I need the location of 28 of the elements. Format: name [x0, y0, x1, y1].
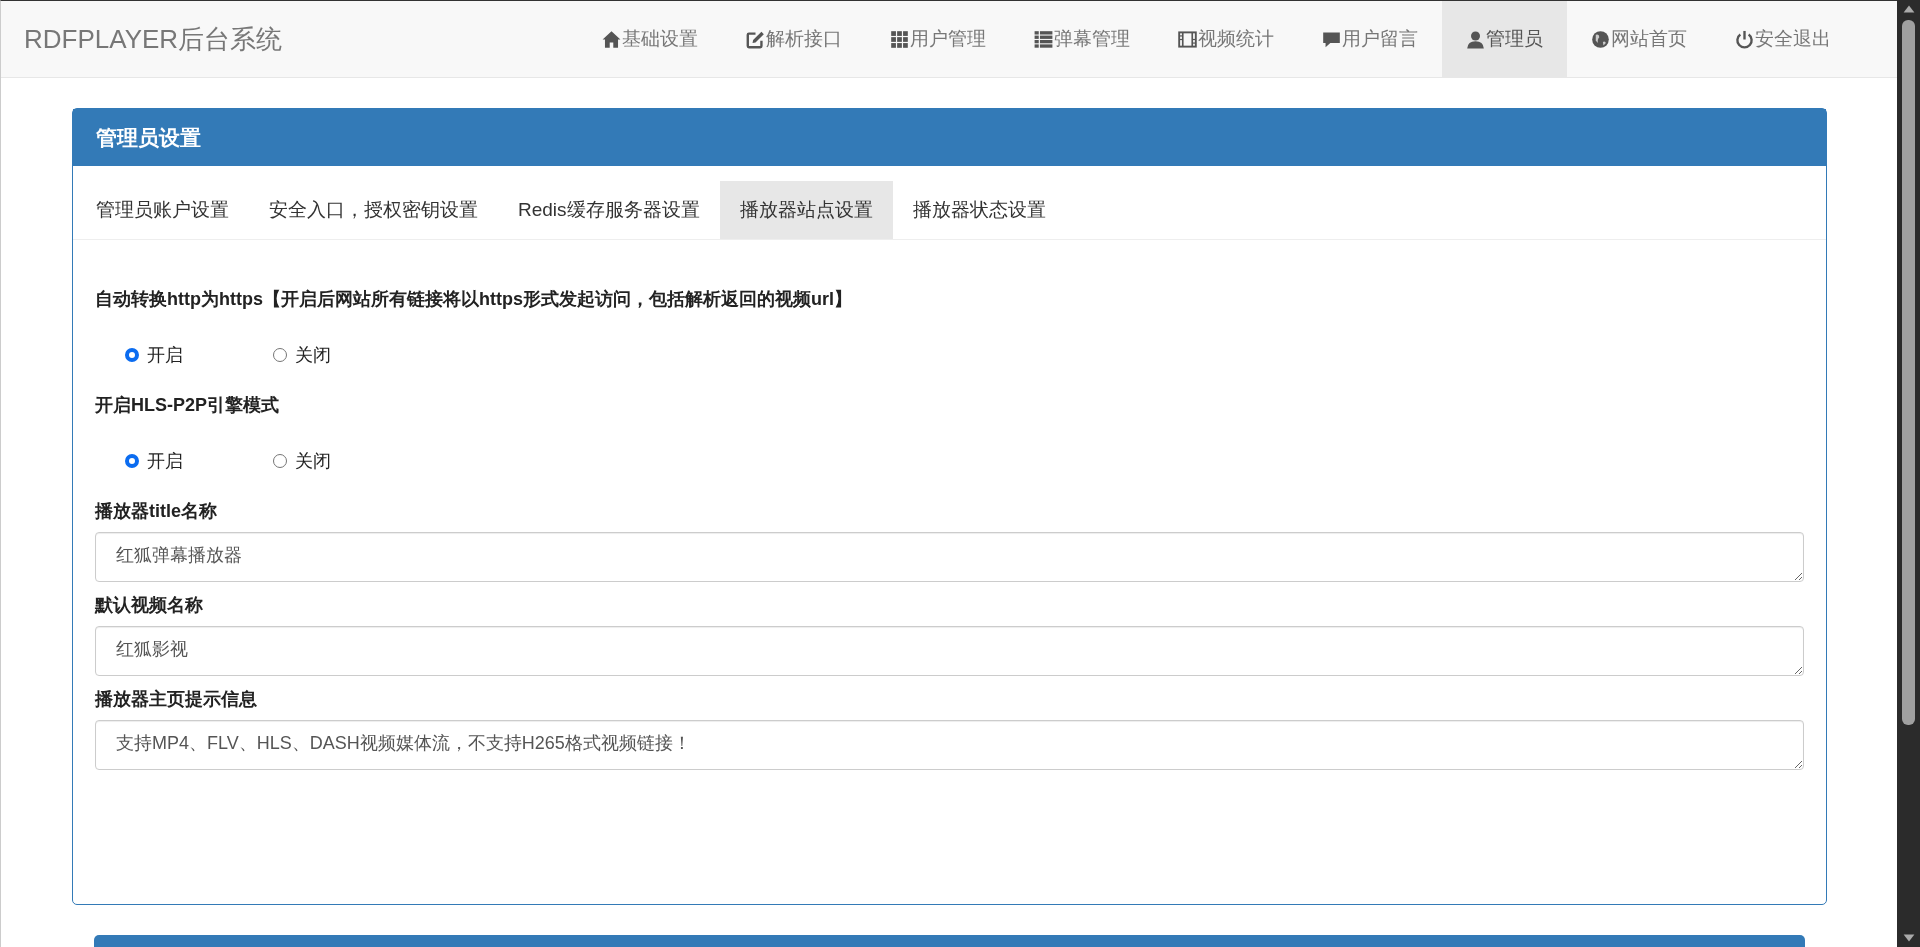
- radio-label: 关闭: [295, 450, 331, 473]
- field-label: 默认视频名称: [95, 594, 204, 617]
- tab[interactable]: 播放器站点设置: [719, 181, 893, 239]
- radio-label: 关闭: [295, 344, 331, 367]
- nav-link[interactable]: 弹幕管理: [1010, 1, 1154, 77]
- tab[interactable]: Redis缓存服务器设置: [498, 181, 720, 239]
- text-area[interactable]: 红狐弹幕播放器: [95, 532, 1804, 582]
- field-label: 开启HLS-P2P引擎模式: [95, 394, 281, 417]
- text-area[interactable]: 支持MP4、FLV、HLS、DASH视频媒体流，不支持H265格式视频链接！: [95, 720, 1804, 770]
- radio-label: 开启: [147, 344, 183, 367]
- text-area[interactable]: 红狐影视: [95, 626, 1804, 676]
- panel-heading: 管理员设置: [73, 109, 1826, 166]
- nav-link[interactable]: 安全退出: [1711, 1, 1855, 77]
- tab[interactable]: 播放器状态设置: [892, 181, 1066, 239]
- nav-link[interactable]: 基础设置: [578, 1, 722, 77]
- radio-label: 开启: [147, 450, 183, 473]
- tab[interactable]: 安全入口，授权密钥设置: [249, 181, 498, 239]
- nav-link[interactable]: 用户留言: [1298, 1, 1442, 77]
- brand-title[interactable]: RDFPLAYER后台系统: [24, 21, 283, 57]
- nav-link[interactable]: 用户管理: [866, 1, 1010, 77]
- field-label: 自动转换http为https【开启后网站所有链接将以https形式发起访问，包括解析返回的视频url】: [95, 288, 853, 311]
- field-label: 播放器title名称: [95, 500, 218, 523]
- tab[interactable]: 管理员账户设置: [76, 181, 249, 239]
- nav-link[interactable]: 解析接口: [722, 1, 866, 77]
- nav-link[interactable]: 网站首页: [1567, 1, 1711, 77]
- nav-link[interactable]: 管理员: [1442, 1, 1567, 77]
- field-label: 播放器主页提示信息: [95, 688, 258, 711]
- nav-link[interactable]: 视频统计: [1154, 1, 1298, 77]
